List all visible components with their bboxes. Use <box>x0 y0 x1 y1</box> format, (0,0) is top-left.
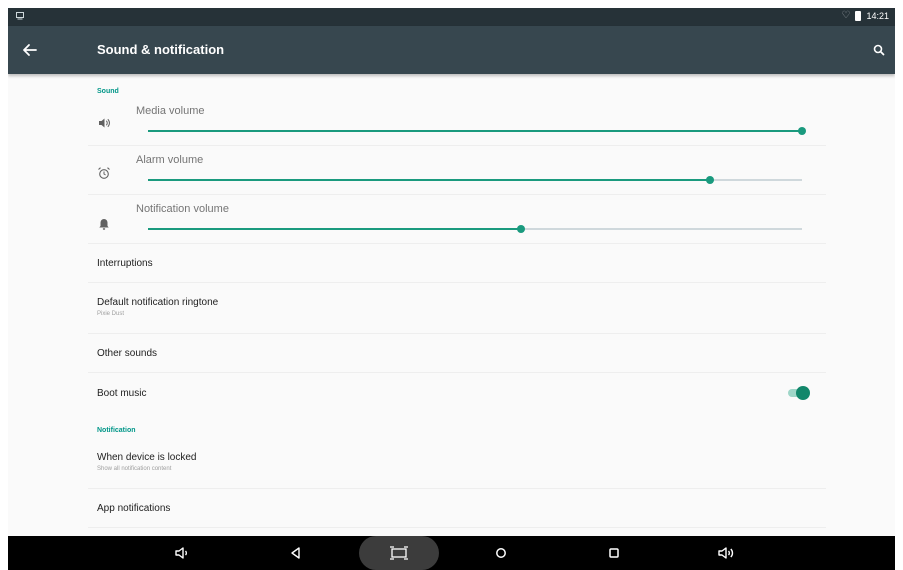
screenshot-button[interactable] <box>359 536 439 570</box>
slider-fill <box>148 130 802 132</box>
section-header-notification: Notification <box>97 427 136 434</box>
triangle-back-icon <box>291 547 300 559</box>
interruptions-item[interactable]: Interruptions <box>88 244 826 283</box>
home-circle-icon <box>496 548 506 558</box>
boot-music-title: Boot music <box>97 388 147 399</box>
page-title: Sound & notification <box>97 42 225 57</box>
speaker-icon <box>97 116 111 130</box>
notification-volume-label: Notification volume <box>136 203 229 215</box>
toggle-thumb <box>796 386 810 400</box>
bell-icon <box>97 217 111 231</box>
ringtone-summary: Pixie Dust <box>97 311 125 317</box>
app-notifications-item[interactable]: App notifications <box>88 489 826 528</box>
back-button[interactable] <box>18 38 42 62</box>
slider-fill <box>148 179 711 181</box>
other-sounds-item[interactable]: Other sounds <box>88 334 826 373</box>
arrow-back-icon <box>23 44 37 56</box>
screenshot-icon <box>390 546 408 560</box>
media-volume-label: Media volume <box>136 105 205 117</box>
media-volume-row: Media volume <box>88 97 826 146</box>
search-button[interactable] <box>867 38 891 62</box>
back-nav-button[interactable] <box>284 541 308 565</box>
volume-up-button[interactable] <box>714 541 738 565</box>
status-bar: ♡ 14:21 <box>8 8 895 26</box>
search-icon <box>873 44 885 56</box>
battery-icon <box>855 11 862 21</box>
device-screen: ♡ 14:21 Sound & notification Sound Media… <box>8 8 895 570</box>
alarm-volume-row: Alarm volume <box>88 146 826 195</box>
interruptions-title: Interruptions <box>97 258 153 269</box>
screenshot-notification-icon <box>16 12 24 20</box>
notification-volume-slider[interactable] <box>148 224 802 234</box>
device-locked-summary: Show all notification content <box>97 466 172 472</box>
slider-fill <box>148 228 521 230</box>
slider-thumb[interactable] <box>798 127 806 135</box>
status-time: 14:21 <box>866 11 889 21</box>
wifi-icon: ♡ <box>841 10 851 21</box>
slider-thumb[interactable] <box>706 176 715 184</box>
ringtone-title: Default notification ringtone <box>97 297 219 308</box>
alarm-icon <box>97 166 111 180</box>
volume-down-button[interactable] <box>170 541 194 565</box>
app-notifications-title: App notifications <box>97 503 171 514</box>
settings-list: Sound Media volume Alarm volume Notifica… <box>8 74 895 535</box>
slider-thumb[interactable] <box>516 225 525 233</box>
home-button[interactable] <box>489 541 513 565</box>
app-bar: Sound & notification <box>8 26 895 74</box>
ringtone-item[interactable]: Default notification ringtone Pixie Dust <box>88 283 826 334</box>
media-volume-slider[interactable] <box>148 126 806 136</box>
device-locked-item[interactable]: When device is locked Show all notificat… <box>88 440 826 489</box>
volume-down-icon <box>175 547 188 559</box>
section-header-sound: Sound <box>97 88 119 95</box>
boot-music-toggle[interactable] <box>788 386 810 400</box>
recents-square-icon <box>609 548 619 558</box>
navigation-bar <box>8 536 895 570</box>
alarm-volume-label: Alarm volume <box>136 154 204 166</box>
notification-volume-row: Notification volume <box>88 195 826 244</box>
alarm-volume-slider[interactable] <box>148 175 802 185</box>
recents-button[interactable] <box>602 541 626 565</box>
volume-up-icon <box>718 547 734 559</box>
device-locked-title: When device is locked <box>97 452 197 463</box>
other-sounds-title: Other sounds <box>97 348 158 359</box>
boot-music-item[interactable]: Boot music <box>88 373 826 413</box>
